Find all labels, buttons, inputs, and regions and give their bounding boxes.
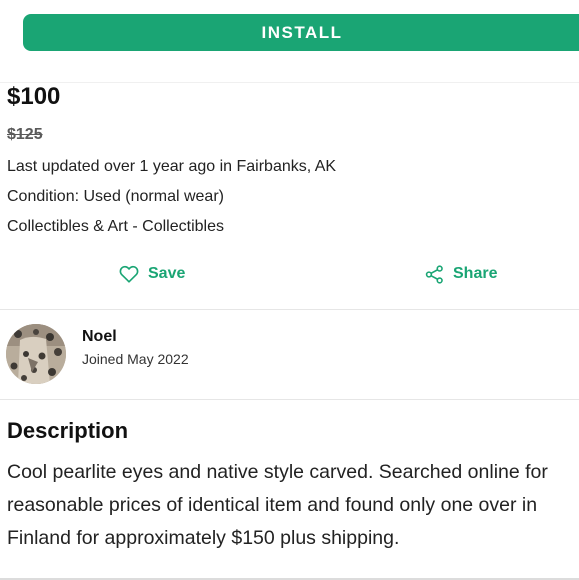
section-divider [0,309,579,310]
category-text: Collectibles & Art - Collectibles [7,218,224,235]
original-price: $125 [7,126,43,143]
seller-joined-date: Joined May 2022 [82,351,189,367]
install-button-label: INSTALL [261,22,343,42]
last-updated-text: Last updated over 1 year ago in Fairbank… [7,158,337,175]
share-label: Share [453,265,498,282]
description-text: Cool pearlite eyes and native style carv… [7,461,548,549]
avatar-image [6,324,66,384]
listing-page: INSTALL $100 $125 Last updated over 1 ye… [0,0,579,580]
save-button[interactable]: Save [119,256,185,292]
condition-text: Condition: Used (normal wear) [7,188,224,205]
save-label: Save [148,265,186,282]
seller-name[interactable]: Noel [82,328,117,346]
listing-price: $100 [7,83,61,110]
heart-icon [119,265,139,283]
action-row: Save Share [0,256,579,292]
section-divider [0,399,579,400]
share-icon [425,264,443,284]
share-button[interactable]: Share [425,256,497,292]
description-heading: Description [7,418,129,443]
header-divider [0,82,579,83]
avatar[interactable] [6,324,66,384]
install-button[interactable]: INSTALL [23,14,579,51]
